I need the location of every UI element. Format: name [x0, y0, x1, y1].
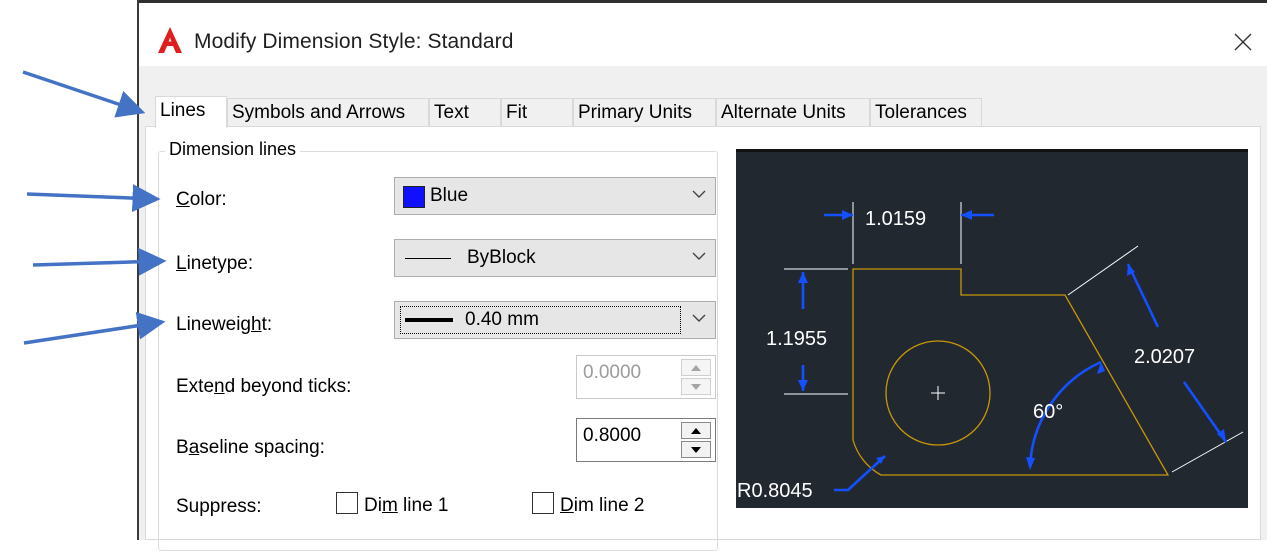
- autocad-logo-icon: [158, 27, 182, 53]
- color-dropdown[interactable]: Blue: [394, 177, 716, 215]
- linetype-dropdown[interactable]: ByBlock: [394, 239, 716, 277]
- preview-geometry: [852, 268, 1170, 476]
- dimension-lines-group: Color: Blue Linetype: ByBlock Lineweight…: [158, 151, 718, 551]
- suppress-label: Suppress:: [176, 496, 262, 517]
- tab-lines[interactable]: Lines: [155, 96, 227, 128]
- lineweight-dropdown[interactable]: 0.40 mm: [394, 301, 716, 339]
- preview-drawing: 1.0159 1.1955 2.0207 60° R0.8045: [737, 202, 1244, 502]
- dimension-preview: 1.0159 1.1955 2.0207 60° R0.8045: [736, 149, 1248, 508]
- preview-angle: 60°: [1033, 401, 1063, 423]
- tab-label: Text: [434, 102, 469, 123]
- preview-dim-left: 1.1955: [766, 328, 827, 350]
- tab-label: Symbols and Arrows: [232, 102, 406, 123]
- color-label: Color:: [176, 189, 227, 210]
- linetype-label: Linetype:: [176, 253, 254, 274]
- tab-label: Lines: [160, 100, 206, 121]
- lineweight-label: Lineweight:: [176, 314, 273, 335]
- dim-line-1-label[interactable]: Dim line 1: [364, 495, 448, 517]
- dialog-title: Modify Dimension Style: Standard: [194, 30, 514, 53]
- color-value: Blue: [430, 185, 469, 206]
- baseline-spacing-value: 0.8000: [583, 425, 642, 446]
- chevron-down-icon: [692, 252, 706, 260]
- dim-line-2-checkbox[interactable]: [532, 492, 554, 514]
- spin-up-button[interactable]: [681, 422, 711, 439]
- lineweight-value: 0.40 mm: [465, 309, 539, 330]
- tab-label: Primary Units: [578, 102, 693, 123]
- preview-arrowheads: [798, 210, 1226, 470]
- spin-down-button[interactable]: [681, 441, 711, 458]
- preview-dim-right: 2.0207: [1134, 346, 1195, 368]
- close-button[interactable]: [1225, 25, 1261, 59]
- tab-alternate-units[interactable]: Alternate Units: [716, 98, 870, 126]
- chevron-down-icon: [692, 314, 706, 322]
- tab-label: Tolerances: [875, 102, 967, 123]
- extend-beyond-ticks-spinner[interactable]: 0.0000: [576, 355, 716, 399]
- spinner-buttons: [681, 359, 711, 395]
- dialog-window: Modify Dimension Style: Standard Lines S…: [137, 0, 1267, 551]
- preview-radius: R0.8045: [737, 480, 813, 502]
- preview-center-mark: [931, 386, 945, 400]
- tab-fit[interactable]: Fit: [501, 98, 573, 126]
- dialog-client-area: Lines Symbols and Arrows Text Fit Primar…: [139, 66, 1267, 551]
- spin-down-button[interactable]: [681, 378, 711, 395]
- lines-tab-panel: Color: Blue Linetype: ByBlock Lineweight…: [145, 126, 1261, 551]
- tab-label: Fit: [506, 102, 528, 123]
- linetype-value: ByBlock: [467, 247, 536, 268]
- tab-primary-units[interactable]: Primary Units: [573, 98, 716, 126]
- spin-up-button[interactable]: [681, 359, 711, 376]
- lineweight-sample-line: [405, 318, 453, 322]
- color-swatch: [403, 186, 425, 208]
- tab-label: Alternate Units: [721, 102, 846, 123]
- triangle-up-icon: [691, 364, 701, 371]
- baseline-spacing-spinner[interactable]: 0.8000: [576, 418, 716, 462]
- spinner-buttons: [681, 422, 711, 458]
- chevron-down-icon: [692, 190, 706, 198]
- annotation-arrow-lines-tab: [22, 70, 146, 118]
- preview-dim-top: 1.0159: [865, 208, 926, 230]
- dim-line-1-checkbox[interactable]: [336, 492, 358, 514]
- extend-beyond-ticks-value: 0.0000: [583, 362, 642, 383]
- tab-text[interactable]: Text: [429, 98, 501, 126]
- close-icon: [1234, 33, 1252, 51]
- extend-beyond-ticks-label: Extend beyond ticks:: [176, 376, 352, 397]
- baseline-spacing-label: Baseline spacing:: [176, 437, 325, 458]
- tab-tolerances[interactable]: Tolerances: [870, 98, 982, 126]
- linetype-sample-line: [405, 258, 451, 259]
- dimension-lines-group-label: Dimension lines: [165, 139, 301, 160]
- tab-symbols-and-arrows[interactable]: Symbols and Arrows: [227, 98, 429, 126]
- triangle-down-icon: [691, 446, 701, 453]
- title-bar: Modify Dimension Style: Standard: [139, 3, 1267, 65]
- triangle-down-icon: [691, 383, 701, 390]
- triangle-up-icon: [691, 427, 701, 434]
- dim-line-2-label[interactable]: Dim line 2: [560, 495, 644, 517]
